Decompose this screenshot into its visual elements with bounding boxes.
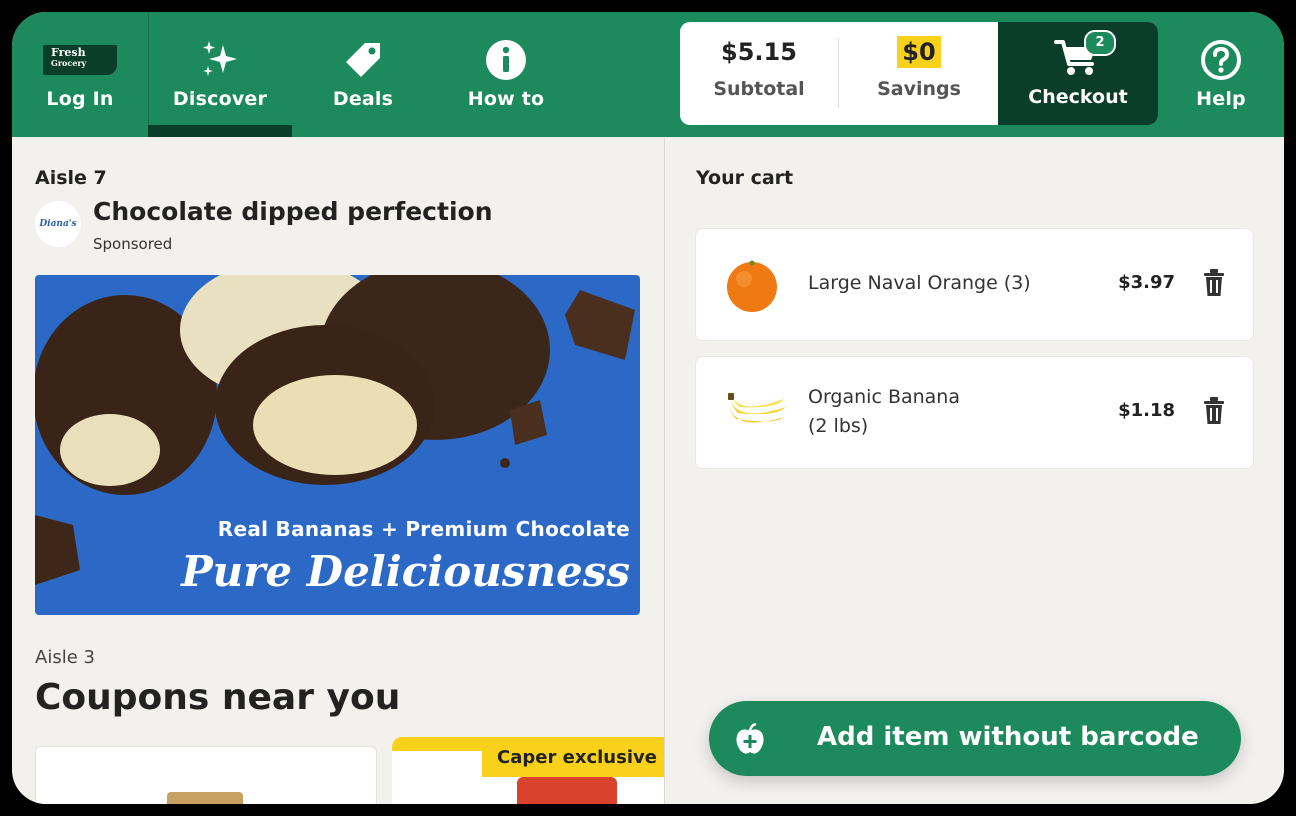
item-price: $3.97 bbox=[1118, 272, 1175, 293]
top-bar: Fresh Grocery Log In Discover Deals How … bbox=[12, 12, 1284, 137]
nav-login[interactable]: Fresh Grocery Log In bbox=[12, 12, 149, 137]
section-title: Coupons near you bbox=[35, 677, 401, 718]
orange-icon bbox=[724, 257, 780, 313]
logo-text-line1: Fresh bbox=[51, 46, 86, 59]
brand-avatar: Diana's bbox=[35, 201, 81, 247]
nav-howto[interactable]: How to bbox=[438, 12, 574, 137]
tag-icon bbox=[343, 40, 383, 80]
product-image bbox=[167, 792, 243, 804]
logo-text-line2: Grocery bbox=[51, 58, 87, 68]
app-window: Fresh Grocery Log In Discover Deals How … bbox=[12, 12, 1284, 804]
sponsored-label: Sponsored bbox=[93, 235, 173, 253]
aisle-label-2: Aisle 3 bbox=[35, 647, 95, 668]
subtotal-block: $5.15 Subtotal bbox=[680, 38, 839, 108]
brand-logo: Fresh Grocery bbox=[43, 40, 117, 80]
nav-help[interactable]: Help bbox=[1158, 12, 1284, 137]
banana-icon bbox=[724, 385, 786, 441]
nav-howto-label: How to bbox=[467, 88, 545, 110]
cart-title: Your cart bbox=[696, 167, 794, 189]
sparkle-icon bbox=[199, 40, 241, 80]
cart-count-badge: 2 bbox=[1084, 30, 1116, 56]
savings-value: $0 bbox=[897, 36, 941, 68]
savings-block: $0 Savings bbox=[839, 22, 999, 125]
brand-logo-text: Diana's bbox=[39, 219, 77, 229]
trash-icon[interactable] bbox=[1203, 397, 1225, 429]
product-image bbox=[517, 777, 617, 804]
trash-icon[interactable] bbox=[1203, 269, 1225, 301]
savings-label: Savings bbox=[877, 78, 961, 100]
nav-help-label: Help bbox=[1196, 88, 1246, 110]
promo-banner[interactable]: Real Bananas + Premium Chocolate Pure De… bbox=[35, 275, 640, 615]
info-icon bbox=[485, 40, 527, 80]
item-price: $1.18 bbox=[1118, 400, 1175, 421]
exclusive-badge: Caper exclusive bbox=[482, 737, 664, 777]
item-name-line1: Organic Banana bbox=[808, 386, 960, 408]
item-name: Organic Banana (2 lbs) bbox=[808, 383, 960, 441]
subtotal-label: Subtotal bbox=[713, 78, 805, 100]
cart-summary: $5.15 Subtotal $0 Savings 2 Checkout bbox=[680, 22, 1158, 125]
nav-deals-label: Deals bbox=[332, 88, 394, 110]
nav-discover-label: Discover bbox=[172, 88, 268, 110]
item-name: Large Naval Orange (3) bbox=[808, 272, 1031, 294]
promo-title: Chocolate dipped perfection bbox=[93, 197, 493, 226]
nav-login-label: Log In bbox=[46, 88, 114, 110]
cart-item[interactable]: Large Naval Orange (3) $3.97 bbox=[695, 228, 1254, 341]
help-icon bbox=[1200, 40, 1242, 80]
add-item-label: Add item without barcode bbox=[817, 722, 1199, 752]
nav-discover[interactable]: Discover bbox=[148, 12, 292, 137]
checkout-button[interactable]: 2 Checkout bbox=[998, 22, 1158, 125]
banner-headline: Real Bananas + Premium Chocolate bbox=[217, 517, 630, 541]
checkout-label: Checkout bbox=[1028, 86, 1128, 108]
active-tab-indicator bbox=[148, 125, 292, 137]
discover-pane: Aisle 7 Diana's Chocolate dipped perfect… bbox=[12, 137, 664, 804]
aisle-label: Aisle 7 bbox=[35, 167, 107, 189]
apple-plus-icon bbox=[735, 722, 765, 759]
add-item-without-barcode-button[interactable]: Add item without barcode bbox=[709, 701, 1241, 776]
cart-item[interactable]: Organic Banana (2 lbs) $1.18 bbox=[695, 356, 1254, 469]
subtotal-value: $5.15 bbox=[721, 38, 797, 66]
item-name-line2: (2 lbs) bbox=[808, 415, 869, 437]
cart-pane: Your cart Large Naval Orange (3) $3.97 O… bbox=[665, 137, 1284, 804]
banner-tagline: Pure Deliciousness bbox=[181, 547, 630, 596]
nav-deals[interactable]: Deals bbox=[298, 12, 428, 137]
